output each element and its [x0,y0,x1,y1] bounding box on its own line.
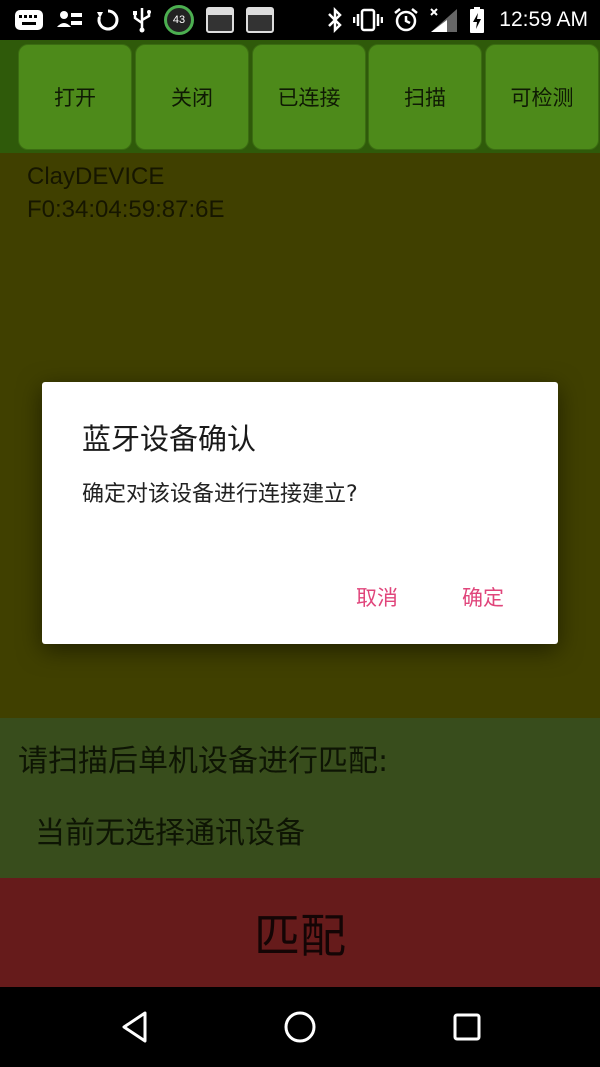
connected-button[interactable]: 已连接 [252,44,366,150]
recents-icon[interactable] [447,1007,487,1047]
open-button[interactable]: 打开 [18,44,132,150]
calendar-icon [206,7,234,33]
usb-icon [132,7,152,33]
device-name: ClayDEVICE [27,163,165,190]
discoverable-button[interactable]: 可检测 [485,44,599,150]
pair-button[interactable]: 匹配 [0,878,600,987]
dialog-title: 蓝牙设备确认 [82,422,257,456]
dialog-ok-button[interactable]: 确定 [462,582,504,612]
selected-device-status: 当前无选择通讯设备 [35,816,305,851]
status-time: 12:59 AM [499,8,588,31]
keyboard-icon [14,9,44,31]
counter-badge-icon: 43 [164,5,194,35]
sync-icon [96,8,120,32]
home-icon[interactable] [280,1007,320,1047]
calendar-icon [246,7,274,33]
dialog-message: 确定对该设备进行连接建立? [82,482,358,507]
status-bar-notifications: 43 [14,4,274,36]
device-mac-address: F0:34:04:59:87:6E [27,196,225,223]
vibrate-icon [353,8,384,32]
navigation-bar [0,987,600,1067]
pair-panel: 请扫描后单机设备进行匹配: 当前无选择通讯设备 [0,718,600,878]
account-switch-icon [56,9,84,31]
close-button[interactable]: 关闭 [135,44,249,150]
status-bar: 43 12:59 AM [0,0,600,40]
battery-charging-icon [469,6,485,34]
bluetooth-toolbar: 打开 关闭 已连接 扫描 可检测 [0,40,600,153]
pair-hint-text: 请扫描后单机设备进行匹配: [18,744,389,779]
bluetooth-icon [327,7,343,33]
alarm-icon [393,7,419,33]
dialog-cancel-button[interactable]: 取消 [356,582,398,612]
status-bar-system: 12:59 AM [327,4,588,36]
scan-button[interactable]: 扫描 [368,44,482,150]
back-icon[interactable] [116,1007,156,1047]
bluetooth-confirm-dialog: 蓝牙设备确认 确定对该设备进行连接建立? 取消 确定 [42,382,558,644]
signal-icon [429,7,459,33]
